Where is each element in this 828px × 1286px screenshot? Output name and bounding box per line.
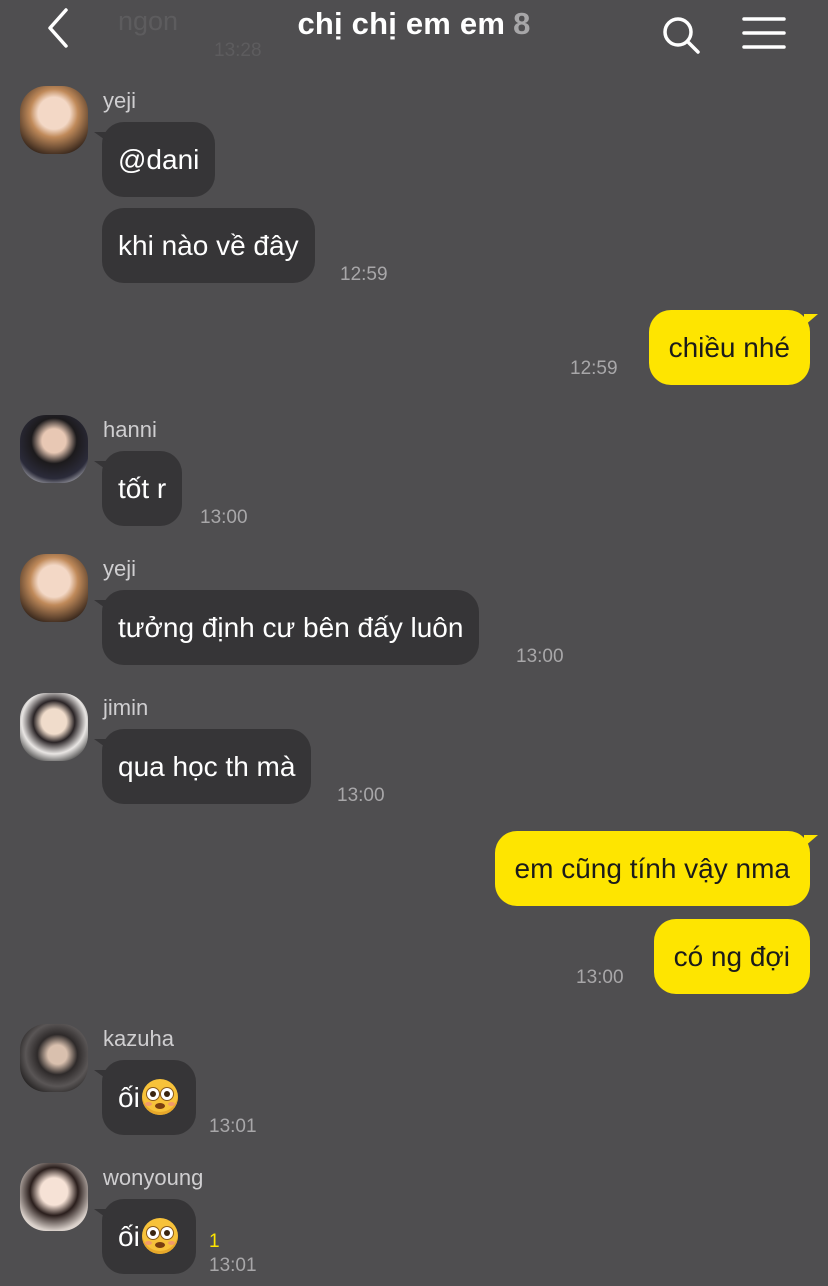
message-bubble[interactable]: khi nào về đây [102,208,315,283]
chat-title-text: chị chị em em [297,6,506,41]
avatar-jimin[interactable] [20,693,88,761]
avatar-hanni[interactable] [20,415,88,483]
my-message-bubble[interactable]: chiều nhé [648,310,819,385]
message-bubble[interactable]: ối [94,1060,196,1135]
message-time: 12:59 [570,358,618,379]
message-time: 13:00 [576,967,624,988]
my-message-bubble[interactable]: có ng đợi [653,919,810,994]
unread-count: 1 [209,1231,220,1252]
chat-title: chị chị em em 8 [0,6,828,42]
message-text: ối [118,1082,140,1113]
message-bubble[interactable]: tưởng định cư bên đấy luôn [93,590,480,665]
message-time: 13:00 [337,785,385,806]
message-time: 13:00 [200,507,248,528]
message-bubble[interactable]: qua học th mà [93,729,312,804]
message-bubble[interactable]: tốt r [93,451,183,526]
avatar-yeji[interactable] [20,86,88,154]
menu-button[interactable] [742,16,786,50]
hamburger-menu-icon [742,17,786,49]
sender-name: jimin [103,695,149,720]
my-message-bubble[interactable]: em cũng tính vậy nma [494,831,819,906]
member-count: 8 [513,6,531,41]
avatar-yeji[interactable] [20,554,88,622]
message-text: ối [118,1221,140,1252]
sender-name: yeji [103,556,137,581]
flushed-face-emoji [141,1217,178,1254]
message-time: 13:01 [209,1116,257,1137]
sender-name: yeji [103,88,137,113]
message-bubble[interactable]: @dani [93,122,216,197]
message-time: 12:59 [340,264,388,285]
search-icon [663,17,700,54]
message-bubble[interactable]: ối [94,1199,196,1274]
search-button[interactable] [660,14,702,56]
faded-previous-time: 13:28 [214,40,262,61]
flushed-face-emoji [141,1078,178,1115]
sender-name: kazuha [103,1026,174,1051]
avatar-kazuha[interactable] [20,1024,88,1092]
sender-name: hanni [103,417,157,442]
message-time: 13:00 [516,646,564,667]
message-time: 13:01 [209,1255,257,1276]
avatar-wonyoung[interactable] [20,1163,88,1231]
sender-name: wonyoung [103,1165,204,1190]
